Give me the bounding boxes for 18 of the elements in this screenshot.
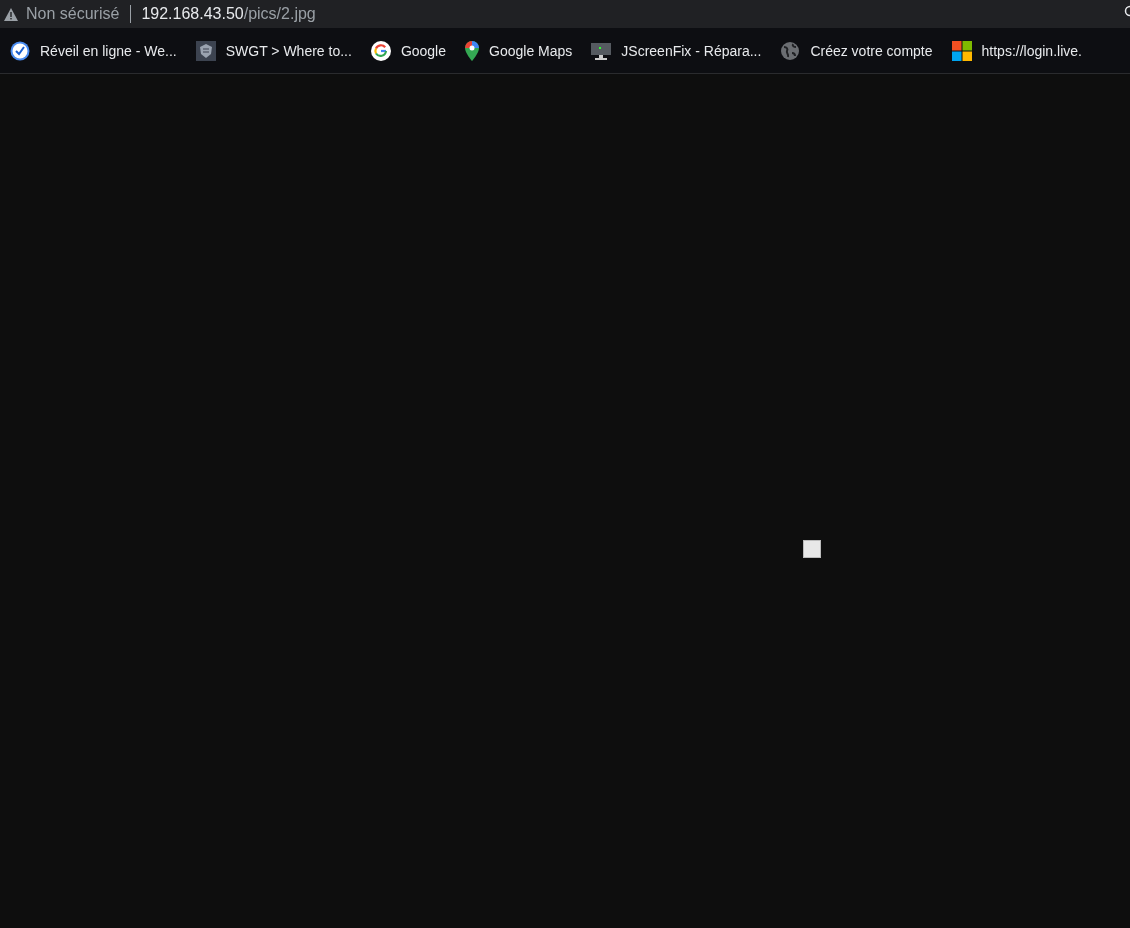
security-label[interactable]: Non sécurisé [26, 5, 120, 23]
bookmark-link[interactable]: Google Maps [465, 40, 573, 61]
url-text[interactable]: 192.168.43.50/pics/2.jpg [141, 5, 316, 23]
clock-check-icon [10, 40, 30, 61]
bookmark-link[interactable]: Google [370, 40, 447, 61]
bookmark-link[interactable]: Réveil en ligne - We... [10, 40, 177, 61]
bookmark-link[interactable]: JScreenFix - Répara... [591, 40, 762, 61]
windows-logo-icon [951, 40, 972, 61]
shield-emblem-icon [195, 40, 216, 61]
bookmark-link[interactable]: https://login.live. [951, 40, 1082, 61]
map-pin-icon [465, 40, 480, 61]
image-picture [803, 540, 821, 558]
warning-icon [4, 7, 18, 21]
bookmark-link[interactable]: Créez votre compte [780, 40, 933, 61]
google-g-icon [370, 40, 391, 61]
globe-icon [780, 40, 801, 61]
bookmark-link[interactable]: SWGT > Where to... [195, 40, 352, 61]
monitor-icon [591, 40, 612, 61]
